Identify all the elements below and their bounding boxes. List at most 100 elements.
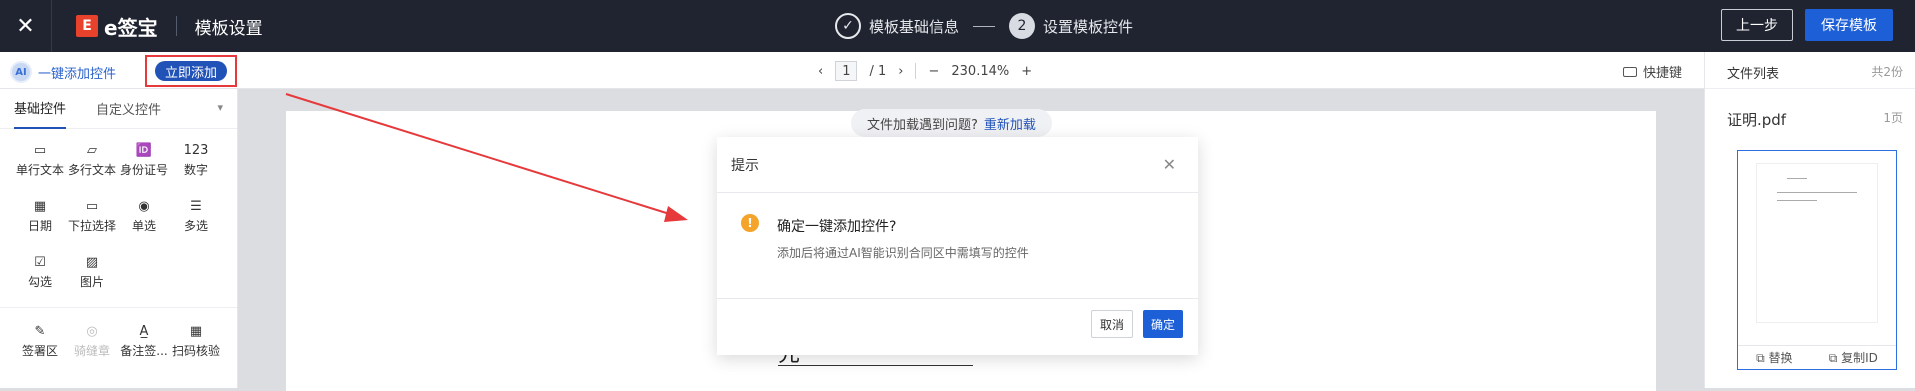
thumbnail-line [1787,178,1807,179]
divider [915,63,917,79]
control-label: 勾选 [27,275,52,289]
control-number[interactable]: 123 数字 [170,141,222,187]
step-number: 2 [1009,13,1036,39]
control-paging-seal: ◎ 骑缝章 [66,322,118,368]
shortcut-button[interactable]: 快捷键 [1623,62,1682,81]
control-label: 身份证号 [119,163,168,177]
step-basic-info[interactable]: ✓ 模板基础信息 [835,13,959,39]
file-thumbnail[interactable]: ⧉ 替换 ⧉ 复制ID [1737,150,1897,370]
file-list-title: 文件列表 [1727,67,1780,82]
top-actions: 上一步 保存模板 [1721,9,1893,41]
dialog-question: 确定一键添加控件? [777,219,897,235]
control-label: 日期 [27,219,52,233]
calendar-icon: ▦ [33,199,47,214]
zoom-level: 230.14% [951,63,1010,79]
divider [175,16,177,36]
ai-add-controls[interactable]: AI 一键添加控件 [10,61,116,83]
multi-line-text-icon: ▱ [87,143,97,158]
seal-icon: ◎ [86,324,98,339]
control-image[interactable]: ▨ 图片 [66,253,118,299]
dropdown-icon: ▭ [85,199,99,214]
qr-code-icon: ▦ [189,324,203,339]
control-single-line-text[interactable]: ▭ 单行文本 [14,141,66,187]
zoom-in-button[interactable]: + [1021,64,1032,79]
control-multi-select[interactable]: ☰ 多选 [170,197,222,243]
ai-robot-icon: AI [10,61,32,83]
single-line-text-icon: ▭ [33,143,47,158]
sign-pen-icon: ✎ [34,324,46,339]
dialog-header: 提示 ✕ [717,137,1198,193]
control-label: 图片 [79,275,104,289]
dialog-description: 添加后将通过AI智能识别合同区中需填写的控件 [777,246,1029,260]
control-date[interactable]: ▦ 日期 [14,197,66,243]
control-label: 多行文本 [67,163,116,177]
close-icon[interactable]: ✕ [0,0,52,52]
thumbnail-page [1756,163,1878,323]
next-page-icon[interactable]: › [898,64,903,79]
copy-id-button[interactable]: ⧉ 复制ID [1829,349,1878,366]
page-total: / 1 [869,63,887,79]
pager: ‹ 1 / 1 › − 230.14% + [818,61,1032,81]
replace-button[interactable]: ⧉ 替换 [1756,349,1792,366]
control-remark-sign[interactable]: A̲ 备注签... [118,322,170,368]
file-name: 证明.pdf [1727,111,1787,129]
sign-controls-grid: ✎ 签署区 ◎ 骑缝章 A̲ 备注签... ▦ 扫码核验 [0,307,237,368]
checkbox-icon: ☑ [34,255,46,270]
confirm-button[interactable]: 确定 [1142,310,1183,338]
file-list-panel: 文件列表 共2份 证明.pdf 1页 ⧉ 替换 ⧉ 复制ID [1704,52,1915,388]
check-icon: ✓ [835,13,861,39]
control-multi-line-text[interactable]: ▱ 多行文本 [66,141,118,187]
image-icon: ▨ [85,255,99,270]
control-label: 数字 [183,163,208,177]
file-item[interactable]: 证明.pdf 1页 [1705,89,1915,130]
tab-basic-controls[interactable]: 基础控件 [14,89,67,129]
tab-custom-controls[interactable]: 自定义控件 [96,89,161,129]
chevron-down-icon[interactable]: ▾ [217,101,223,114]
step-set-controls[interactable]: 2 设置模板控件 [1009,13,1133,39]
add-now-button[interactable]: 立即添加 [154,61,227,81]
cancel-button[interactable]: 取消 [1090,310,1133,338]
brand-logo-icon: E [76,15,98,37]
file-list-header: 文件列表 共2份 [1705,52,1915,89]
page-title: 模板设置 [194,18,263,39]
reload-notice: 文件加载遇到问题? 重新加载 [851,109,1052,137]
step-indicator: ✓ 模板基础信息 2 设置模板控件 [835,0,1133,52]
control-qr-verify[interactable]: ▦ 扫码核验 [170,322,222,368]
controls-tabs: 基础控件 自定义控件 ▾ [0,89,237,129]
file-count: 共2份 [1871,65,1903,79]
confirm-dialog: 提示 ✕ ! 确定一键添加控件? 添加后将通过AI智能识别合同区中需填写的控件 … [717,137,1198,355]
thumbnail-line [1777,192,1857,193]
control-label: 扫码核验 [171,344,220,358]
control-dropdown[interactable]: ▭ 下拉选择 [66,197,118,243]
warning-icon: ! [741,214,759,232]
prev-page-icon[interactable]: ‹ [818,64,823,79]
step-label: 模板基础信息 [869,17,960,36]
control-label: 多选 [183,219,208,233]
id-card-icon: 🆔 [135,143,153,158]
zoom-out-button[interactable]: − [928,64,939,79]
basic-controls-grid: ▭ 单行文本 ▱ 多行文本 🆔 身份证号 123 数字 ▦ 日期 ▭ 下拉选择 ◉ 单选 ☰ 多… [0,129,237,299]
document-underline [778,365,973,366]
shortcut-label: 快捷键 [1643,66,1683,81]
reload-link[interactable]: 重新加载 [984,114,1036,133]
control-label: 单选 [131,219,156,233]
controls-panel: 基础控件 自定义控件 ▾ ▭ 单行文本 ▱ 多行文本 🆔 身份证号 123 数字 ▦ 日期… [0,89,238,388]
close-icon[interactable]: ✕ [1163,155,1176,174]
brand: E e签宝 [76,12,158,41]
copy-id-label: 复制ID [1841,351,1878,365]
ai-add-label: 一键添加控件 [38,66,117,82]
page-input[interactable]: 1 [835,61,858,81]
control-sign-area[interactable]: ✎ 签署区 [14,322,66,368]
replace-label: 替换 [1768,351,1793,365]
reload-text: 文件加载遇到问题? [867,117,978,133]
control-radio[interactable]: ◉ 单选 [118,197,170,243]
control-checkbox[interactable]: ☑ 勾选 [14,253,66,299]
brand-name: e签宝 [104,15,158,40]
thumbnail-actions: ⧉ 替换 ⧉ 复制ID [1738,345,1896,369]
step-label: 设置模板控件 [1043,17,1134,36]
file-pages: 1页 [1883,111,1903,125]
control-id-number[interactable]: 🆔 身份证号 [118,141,170,187]
prev-step-button[interactable]: 上一步 [1721,9,1793,41]
toolbar: AI 一键添加控件 立即添加 ‹ 1 / 1 › − 230.14% + 快捷键 [0,52,1915,89]
save-template-button[interactable]: 保存模板 [1805,9,1893,41]
